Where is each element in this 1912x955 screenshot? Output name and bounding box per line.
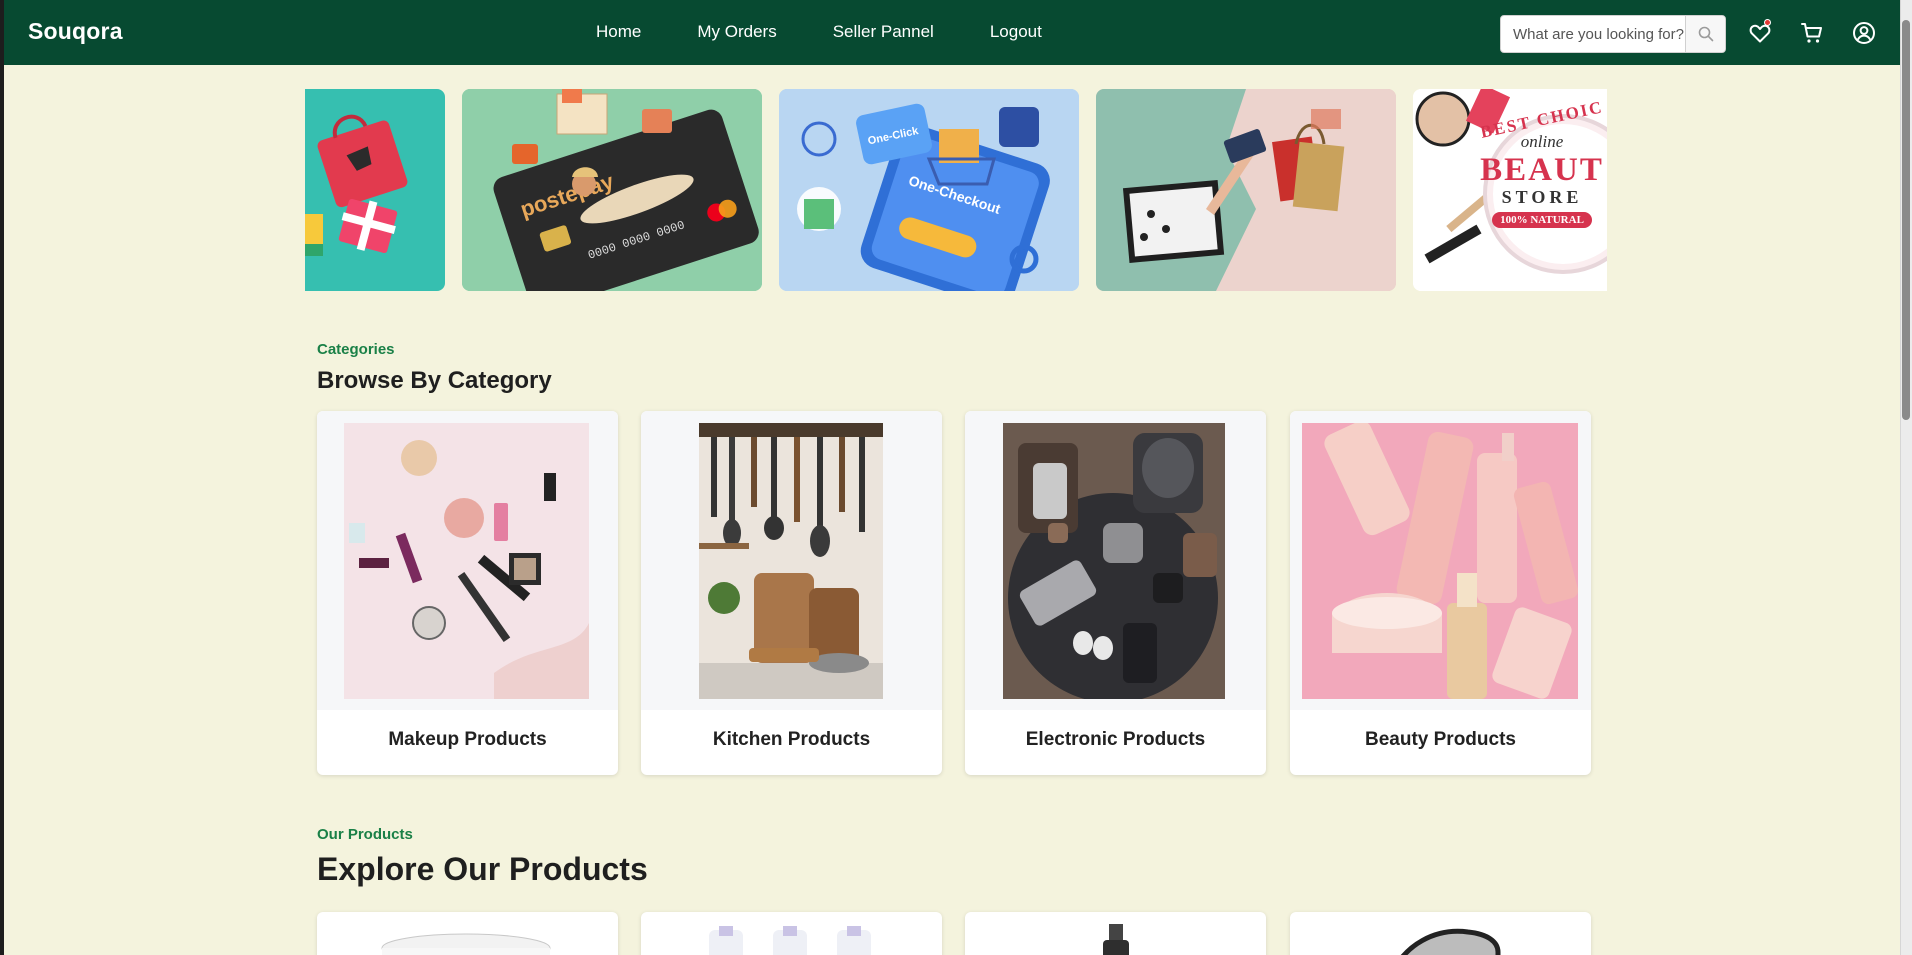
product-card[interactable] xyxy=(965,912,1266,955)
gift-bags-illustration xyxy=(305,114,408,256)
category-label: Makeup Products xyxy=(388,729,547,750)
beauty-banner-text: BEST CHOIC online BEAUT STORE 100% NATUR… xyxy=(1472,97,1612,228)
category-card-beauty[interactable]: Beauty Products xyxy=(1290,411,1591,775)
product-card[interactable] xyxy=(641,912,942,955)
nav-link-logout[interactable]: Logout xyxy=(990,22,1042,42)
payment-card-illustration: postepay 0000 0000 0000 xyxy=(462,89,762,291)
products-eyebrow: Our Products xyxy=(317,826,413,843)
electronic-category-image xyxy=(1003,423,1225,699)
banner-slide-postepay[interactable]: postepay 0000 0000 0000 xyxy=(462,89,762,291)
category-card-electronic[interactable]: Electronic Products xyxy=(965,411,1266,775)
categories-eyebrow: Categories xyxy=(317,341,395,358)
cart-button[interactable] xyxy=(1800,21,1824,45)
category-image-area xyxy=(641,411,942,710)
search-input[interactable] xyxy=(1501,16,1685,52)
search-icon xyxy=(1698,26,1713,42)
search-button[interactable] xyxy=(1685,16,1725,52)
cart-icon xyxy=(1801,23,1822,43)
nav-link-seller-panel[interactable]: Seller Pannel xyxy=(833,22,934,42)
checkout-phone-illustration: One-Checkout One-Click xyxy=(779,89,1079,291)
top-navbar: Souqora Home My Orders Seller Pannel Log… xyxy=(4,0,1904,65)
kitchen-category-image xyxy=(699,423,883,699)
page-scrollbar[interactable] xyxy=(1900,0,1912,955)
category-label: Kitchen Products xyxy=(712,729,871,750)
banner-carousel[interactable]: postepay 0000 0000 0000 One-Checkout One… xyxy=(305,89,1607,291)
category-image-area xyxy=(1290,411,1591,710)
browser-viewport: Souqora Home My Orders Seller Pannel Log… xyxy=(0,0,1912,955)
scrollbar-thumb[interactable] xyxy=(1902,20,1910,420)
search-bar xyxy=(1500,15,1726,53)
account-button[interactable] xyxy=(1852,21,1876,45)
beauty-category-image xyxy=(1302,423,1578,699)
laptop-shopping-illustration xyxy=(1096,89,1396,291)
nav-link-my-orders[interactable]: My Orders xyxy=(697,22,776,42)
nav-link-home[interactable]: Home xyxy=(596,22,641,42)
product-card[interactable] xyxy=(1290,912,1591,955)
category-card-kitchen[interactable]: Kitchen Products xyxy=(641,411,942,775)
user-icon xyxy=(1853,22,1875,44)
wishlist-badge xyxy=(1764,19,1771,26)
product-image xyxy=(1091,922,1141,955)
main-nav: Home My Orders Seller Pannel Logout xyxy=(596,22,1098,42)
beauty-banner-line-5: 100% NATURAL xyxy=(1492,212,1592,228)
product-image xyxy=(354,922,578,955)
banner-slide-checkout[interactable]: One-Checkout One-Click xyxy=(779,89,1079,291)
explore-products-title: Explore Our Products xyxy=(317,851,648,887)
product-image xyxy=(691,922,891,955)
brand-logo[interactable]: Souqora xyxy=(28,18,123,45)
category-image-area xyxy=(965,411,1266,710)
banner-slide-online-payment[interactable] xyxy=(1096,89,1396,291)
category-image-area xyxy=(317,411,618,710)
makeup-category-image xyxy=(344,423,589,699)
category-label: Beauty Products xyxy=(1365,729,1516,750)
wishlist-button[interactable] xyxy=(1748,19,1772,45)
category-label: Electronic Products xyxy=(1025,729,1206,750)
product-card[interactable] xyxy=(317,912,618,955)
beauty-banner-line-4: STORE xyxy=(1501,187,1583,207)
banner-slide-gifts[interactable] xyxy=(305,89,445,291)
beauty-banner-line-3: BEAUT xyxy=(1480,152,1604,188)
browse-by-category-title: Browse By Category xyxy=(317,367,552,394)
product-image xyxy=(1348,922,1532,955)
category-card-makeup[interactable]: Makeup Products xyxy=(317,411,618,775)
